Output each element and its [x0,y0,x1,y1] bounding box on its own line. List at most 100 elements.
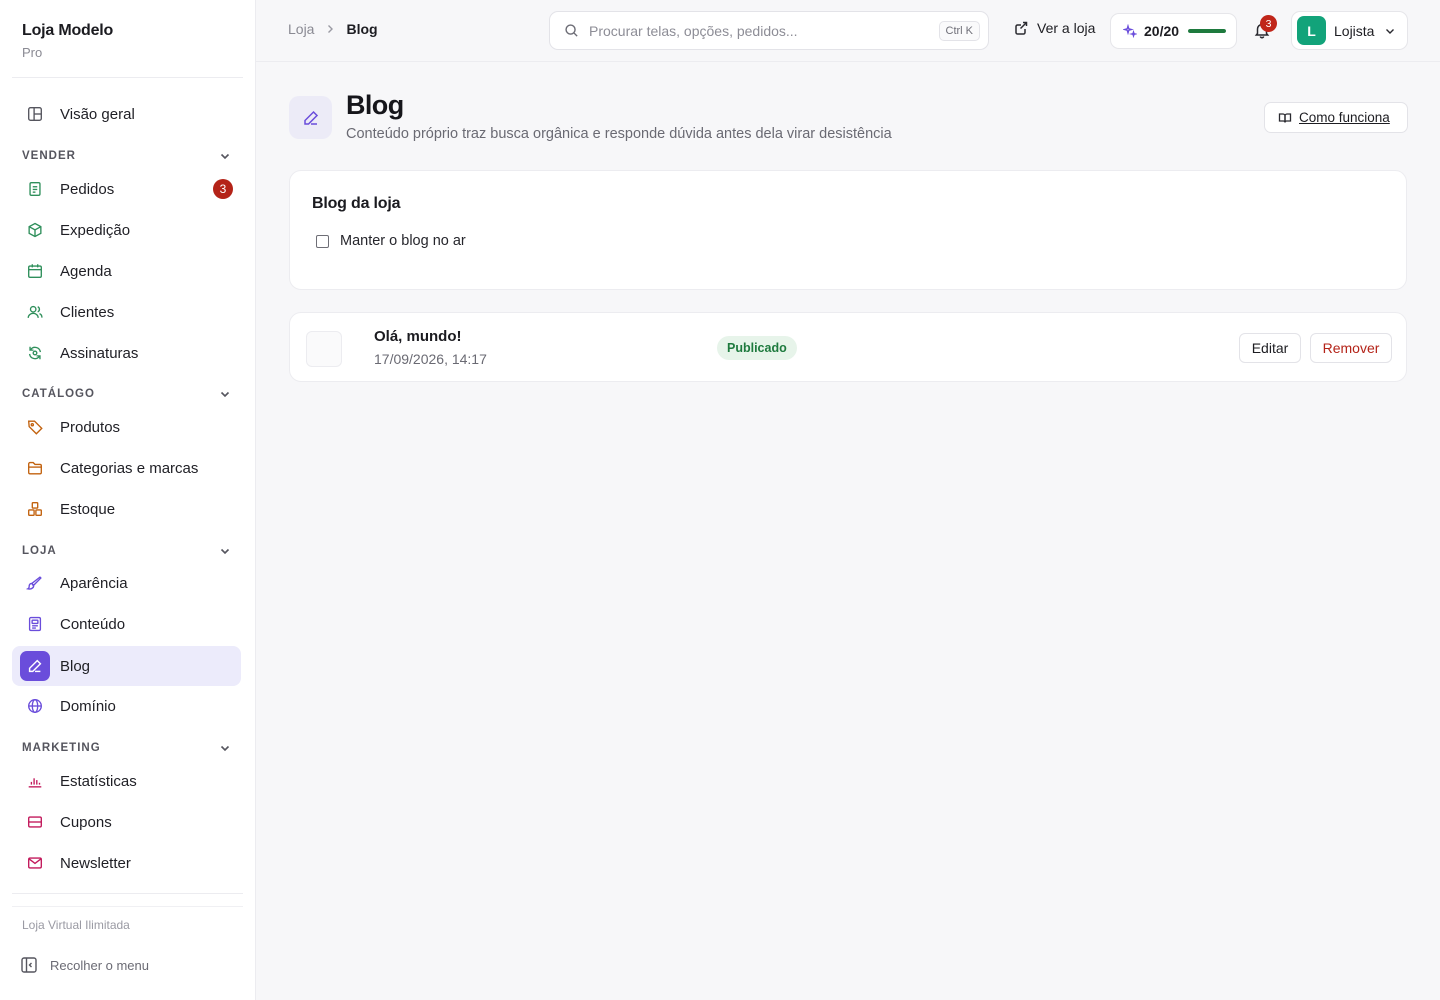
sidebar-item-label: Domínio [60,697,116,715]
globe-icon [20,691,50,721]
breadcrumb-loja[interactable]: Loja [288,21,314,37]
page-title: Blog [346,90,404,120]
sidebar-item-label: Categorias e marcas [60,459,199,477]
sidebar-item-aparencia[interactable]: Aparência [12,563,241,603]
sidebar-item-expedicao[interactable]: Expedição [12,210,241,250]
setup-progress[interactable]: 20/20 [1110,13,1237,49]
user-name: Lojista [1334,22,1375,39]
boxes-icon [20,494,50,524]
section-marketing-toggle[interactable]: MARKETING [22,738,232,758]
bar-chart-icon [20,766,50,796]
brush-icon [20,568,50,598]
how-it-works-label: Como funciona [1299,110,1390,125]
topbar: Loja Blog Procurar telas, opções, pedido… [256,0,1440,62]
section-label: VENDER [22,150,76,162]
sidebar-item-produtos[interactable]: Produtos [12,407,241,447]
breadcrumb-current: Blog [346,21,378,37]
document-icon [20,609,50,639]
sidebar-item-label: Assinaturas [60,344,139,362]
folder-icon [20,453,50,483]
avatar: L [1297,16,1326,45]
search-input[interactable]: Procurar telas, opções, pedidos... Ctrl … [549,11,989,50]
sidebar-item-label: Blog [60,657,91,675]
search-placeholder: Procurar telas, opções, pedidos... [589,22,798,39]
sidebar-item-dominio[interactable]: Domínio [12,686,241,726]
divider [12,77,243,78]
user-menu[interactable]: L Lojista [1291,11,1408,50]
collapse-menu-button[interactable]: Recolher o menu [20,956,149,974]
calendar-icon [20,256,50,286]
setup-progress-value: 20/20 [1144,23,1180,39]
list-item: Olá, mundo! 17/09/2026, 14:17 Publicado … [289,312,1407,382]
section-label: MARKETING [22,742,101,754]
sidebar-item-label: Aparência [60,574,128,592]
sidebar-item-estatisticas[interactable]: Estatísticas [12,761,241,801]
checkbox[interactable] [316,234,329,248]
sidebar-item-label: Pedidos [60,180,115,198]
chevron-down-icon [220,153,230,160]
view-store-link[interactable]: Ver a loja [1013,20,1095,36]
section-loja-toggle[interactable]: LOJA [22,541,232,561]
keep-blog-online-checkbox[interactable]: Manter o blog no ar [316,233,466,249]
sidebar-item-assinaturas[interactable]: Assinaturas [12,333,241,373]
sidebar-collapse-icon [21,957,37,973]
checkbox-label: Manter o blog no ar [340,233,466,249]
sidebar-item-label: Estatísticas [60,772,137,790]
chevron-down-icon [220,391,230,398]
card-title: Blog da loja [312,195,401,212]
sidebar-item-label: Newsletter [60,854,131,872]
keyboard-shortcut: Ctrl K [938,20,980,41]
notifications-button[interactable]: 3 [1250,15,1277,43]
chevron-down-icon [220,745,230,752]
sidebar-item-pedidos[interactable]: Pedidos 3 [12,169,241,209]
users-icon [20,297,50,327]
how-it-works-button[interactable]: Como funciona [1264,102,1408,133]
sidebar-item-categorias[interactable]: Categorias e marcas [12,448,241,488]
brand[interactable]: Loja Modelo Pro [22,22,113,60]
section-label: CATÁLOGO [22,388,95,400]
edit-post-button[interactable]: Editar [1239,333,1301,363]
sidebar-item-label: Produtos [60,418,121,436]
sparkle-icon [1123,24,1137,38]
notification-count-badge: 3 [1260,15,1277,32]
sidebar-item-blog[interactable]: Blog [12,646,241,686]
progress-bar-fill [1188,29,1227,33]
view-store-label: Ver a loja [1037,20,1096,36]
breadcrumb: Loja Blog [288,21,378,37]
plan-note: Loja Virtual Ilimitada [22,918,130,932]
layout-icon [20,99,50,129]
sidebar-item-conteudo[interactable]: Conteúdo [12,604,241,644]
pen-icon [20,651,50,681]
post-title: Olá, mundo! [374,328,462,345]
search-icon [565,24,578,37]
section-vender-toggle[interactable]: VENDER [22,146,232,166]
store-name: Loja Modelo [22,22,114,39]
store-plan: Pro [22,45,43,60]
sidebar-item-label: Conteúdo [60,615,126,633]
chevron-right-icon [324,23,336,35]
post-date: 17/09/2026, 14:17 [374,351,487,367]
external-link-icon [1015,21,1028,35]
sidebar-item-newsletter[interactable]: Newsletter [12,843,241,883]
section-label: LOJA [22,545,57,557]
sidebar-item-label: Clientes [60,303,115,321]
sidebar-item-agenda[interactable]: Agenda [12,251,241,291]
receipt-icon [20,174,50,204]
box-icon [20,215,50,245]
remove-post-button[interactable]: Remover [1310,333,1392,363]
chevron-down-icon [220,548,230,555]
refresh-icon [20,338,50,368]
blog-settings-card: Blog da loja Manter o blog no ar [289,170,1407,290]
sidebar-item-overview[interactable]: Visão geral [12,94,241,134]
page-subtitle: Conteúdo próprio traz busca orgânica e r… [346,126,892,142]
book-icon [1278,112,1292,123]
status-badge: Publicado [717,336,797,360]
post-thumbnail [306,331,342,367]
sidebar-item-clientes[interactable]: Clientes [12,292,241,332]
progress-bar [1188,29,1227,33]
sidebar-item-estoque[interactable]: Estoque [12,489,241,529]
blog-page-icon [289,96,332,139]
sidebar-item-label: Cupons [60,813,112,831]
sidebar-item-cupons[interactable]: Cupons [12,802,241,842]
section-catalogo-toggle[interactable]: CATÁLOGO [22,384,232,404]
